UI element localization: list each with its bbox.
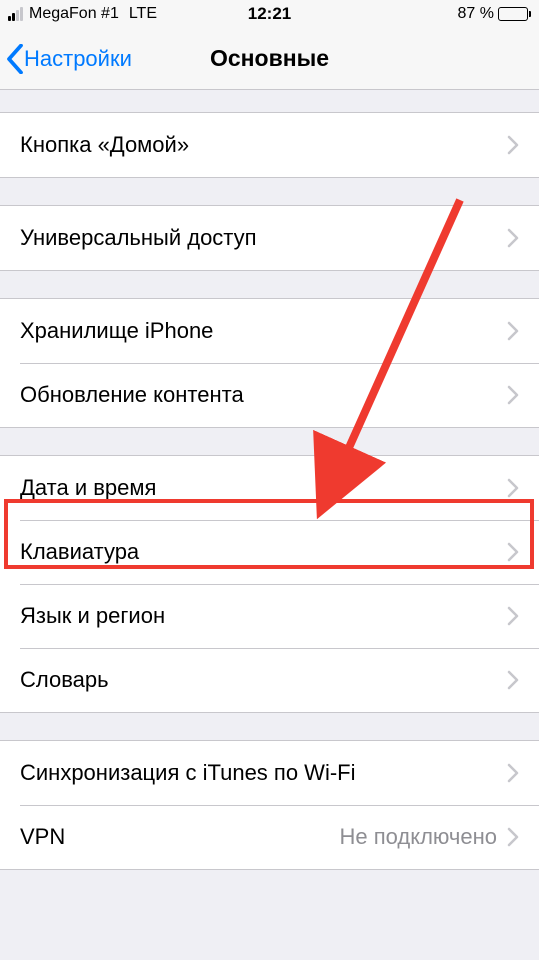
row-date-time[interactable]: Дата и время xyxy=(0,456,539,520)
row-label: Универсальный доступ xyxy=(20,225,507,251)
chevron-right-icon xyxy=(507,321,519,341)
battery-percent: 87 % xyxy=(458,5,494,23)
row-label: VPN xyxy=(20,824,339,850)
back-label: Настройки xyxy=(24,46,132,72)
chevron-right-icon xyxy=(507,763,519,783)
content-scroll[interactable]: Кнопка «Домой» Универсальный доступ Хран… xyxy=(0,90,539,960)
battery-icon xyxy=(498,7,531,21)
chevron-right-icon xyxy=(507,542,519,562)
chevron-right-icon xyxy=(507,228,519,248)
nav-bar: Настройки Основные xyxy=(0,28,539,90)
status-left: MegaFon #1 LTE xyxy=(8,5,157,23)
row-label: Обновление контента xyxy=(20,382,507,408)
row-detail: Не подключено xyxy=(339,824,497,850)
row-itunes-wifi-sync[interactable]: Синхронизация с iTunes по Wi-Fi xyxy=(0,741,539,805)
settings-group: Кнопка «Домой» xyxy=(0,112,539,178)
chevron-right-icon xyxy=(507,135,519,155)
chevron-right-icon xyxy=(507,606,519,626)
signal-icon xyxy=(8,7,23,21)
back-button[interactable]: Настройки xyxy=(0,44,132,74)
chevron-right-icon xyxy=(507,478,519,498)
row-label: Кнопка «Домой» xyxy=(20,132,507,158)
chevron-right-icon xyxy=(507,827,519,847)
row-label: Словарь xyxy=(20,667,507,693)
chevron-left-icon xyxy=(6,44,24,74)
settings-group: Дата и время Клавиатура Язык и регион Сл… xyxy=(0,455,539,713)
status-bar: MegaFon #1 LTE 12:21 87 % xyxy=(0,0,539,28)
carrier-label: MegaFon #1 xyxy=(29,5,119,23)
row-background-refresh[interactable]: Обновление контента xyxy=(0,363,539,427)
network-label: LTE xyxy=(129,5,157,23)
row-label: Язык и регион xyxy=(20,603,507,629)
settings-group: Универсальный доступ xyxy=(0,205,539,271)
row-dictionary[interactable]: Словарь xyxy=(0,648,539,712)
row-label: Синхронизация с iTunes по Wi-Fi xyxy=(20,760,507,786)
settings-group: Хранилище iPhone Обновление контента xyxy=(0,298,539,428)
row-vpn[interactable]: VPN Не подключено xyxy=(0,805,539,869)
row-label: Хранилище iPhone xyxy=(20,318,507,344)
status-right: 87 % xyxy=(458,5,531,23)
row-keyboard[interactable]: Клавиатура xyxy=(0,520,539,584)
row-home-button[interactable]: Кнопка «Домой» xyxy=(0,113,539,177)
chevron-right-icon xyxy=(507,670,519,690)
row-iphone-storage[interactable]: Хранилище iPhone xyxy=(0,299,539,363)
row-label: Клавиатура xyxy=(20,539,507,565)
settings-group: Синхронизация с iTunes по Wi-Fi VPN Не п… xyxy=(0,740,539,870)
row-language-region[interactable]: Язык и регион xyxy=(0,584,539,648)
chevron-right-icon xyxy=(507,385,519,405)
row-label: Дата и время xyxy=(20,475,507,501)
row-accessibility[interactable]: Универсальный доступ xyxy=(0,206,539,270)
